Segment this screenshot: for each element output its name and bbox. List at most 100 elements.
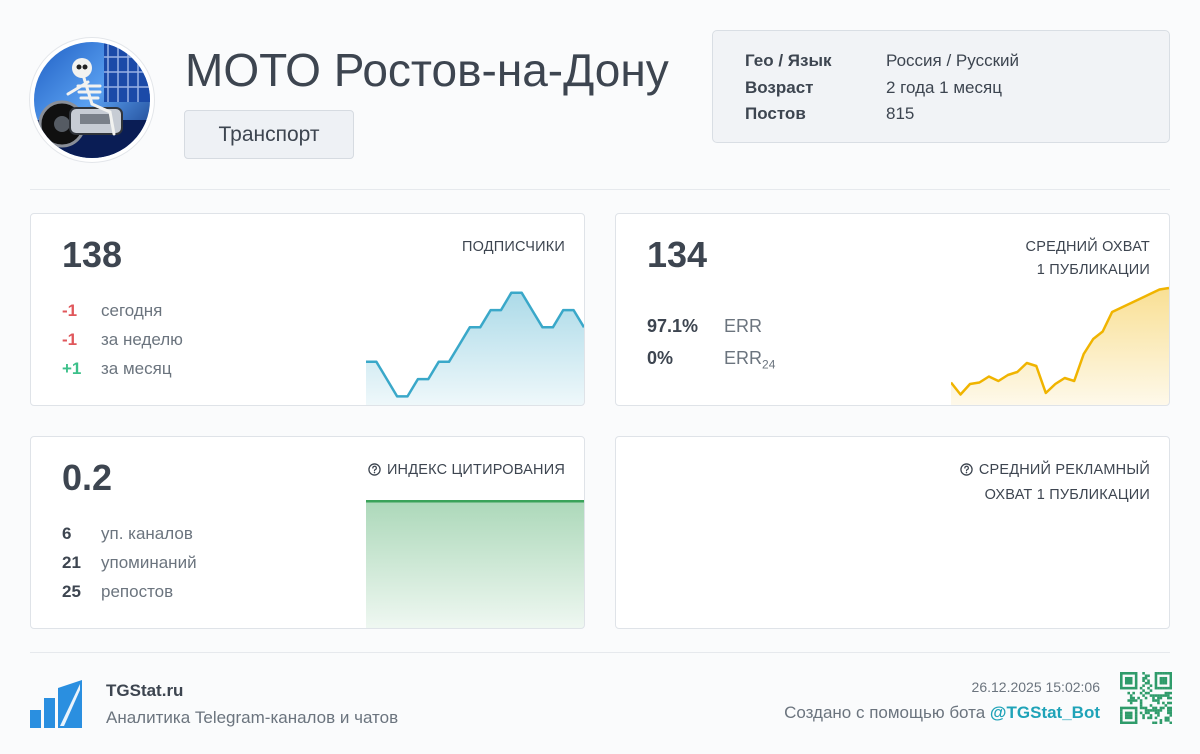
qr-module: [1129, 706, 1133, 710]
ad-reach-label[interactable]: СРЕДНИЙ РЕКЛАМНЫЙ ОХВАТ 1 ПУБЛИКАЦИИ: [960, 459, 1150, 507]
qr-module: [1154, 674, 1158, 678]
info-row-age: Возраст 2 года 1 месяц: [745, 75, 1169, 102]
qr-module: [1127, 679, 1131, 683]
qr-module: [1120, 676, 1123, 680]
qr-module: [1132, 706, 1135, 710]
err24-label-text: ERR: [724, 348, 763, 368]
qr-module: [1120, 684, 1123, 687]
qr-module: [1149, 704, 1153, 707]
qr-module: [1169, 696, 1172, 700]
qr-module: [1154, 694, 1158, 697]
qr-module: [1152, 699, 1155, 702]
qr-module: [1164, 676, 1168, 680]
reach-label: СРЕДНИЙ ОХВАТ 1 ПУБЛИКАЦИИ: [1026, 236, 1150, 282]
qr-module: [1169, 676, 1172, 680]
qr-module: [1147, 674, 1150, 678]
qr-module: [1164, 704, 1168, 707]
qr-module: [1120, 686, 1123, 690]
qr-module: [1162, 672, 1165, 675]
qr-module: [1162, 676, 1165, 680]
qr-module: [1154, 709, 1158, 712]
qr-code-icon: [1120, 672, 1172, 724]
qr-module: [1142, 679, 1145, 683]
citation-label[interactable]: ИНДЕКС ЦИТИРОВАНИЯ: [368, 459, 565, 484]
change-value: -1: [62, 330, 78, 349]
stat-value: 25: [62, 582, 81, 601]
qr-module: [1147, 716, 1150, 720]
qr-module: [1157, 696, 1160, 700]
tgstat-logo-icon[interactable]: [30, 680, 82, 733]
info-value: 815: [886, 104, 915, 124]
qr-module: [1147, 679, 1150, 683]
created-by-label: Создано с помощью бота: [784, 703, 990, 722]
qr-module: [1167, 716, 1170, 720]
qr-module: [1132, 691, 1135, 695]
qr-module: [1167, 706, 1170, 710]
qr-module: [1159, 709, 1163, 712]
qr-module: [1162, 701, 1165, 705]
brand-tagline: Аналитика Telegram-каналов и чатов: [106, 708, 399, 727]
qr-module: [1167, 696, 1170, 700]
qr-module: [1159, 694, 1163, 697]
change-value: +1: [62, 359, 82, 378]
sub-change-week: -1 за неделю: [62, 330, 183, 350]
qr-module: [1169, 672, 1172, 675]
bot-link[interactable]: @TGStat_Bot: [990, 703, 1100, 722]
stat-label: уп. каналов: [101, 524, 193, 543]
change-label: за неделю: [101, 330, 183, 349]
sub-change-month: +1 за месяц: [62, 359, 172, 379]
qr-module: [1134, 714, 1138, 717]
subscribers-count: 138: [62, 234, 123, 275]
qr-module: [1134, 699, 1138, 702]
channel-avatar: [30, 38, 154, 162]
qr-module: [1139, 691, 1143, 695]
qr-module: [1144, 674, 1148, 678]
help-circle-icon[interactable]: [368, 461, 381, 484]
qr-module: [1124, 676, 1128, 680]
qr-module: [1147, 691, 1150, 695]
qr-module: [1169, 679, 1172, 683]
qr-module: [1129, 672, 1133, 675]
subscribers-sparkline-area: [366, 292, 584, 405]
info-value: 2 года 1 месяц: [886, 77, 1002, 97]
qr-module: [1142, 714, 1145, 717]
qr-module: [1169, 711, 1172, 715]
qr-module: [1127, 691, 1131, 695]
citation-stat-channels: 6 уп. каналов: [62, 524, 193, 544]
qr-module: [1157, 709, 1160, 712]
qr-module: [1120, 714, 1123, 717]
help-circle-icon[interactable]: [960, 461, 973, 484]
qr-module: [1149, 709, 1153, 712]
err24-row: 0% ERR24: [647, 348, 775, 372]
qr-module: [1132, 672, 1135, 675]
qr-module: [1134, 719, 1138, 722]
qr-module: [1149, 689, 1153, 692]
qr-module: [1127, 699, 1131, 702]
qr-module: [1122, 686, 1126, 690]
qr-module: [1159, 679, 1163, 683]
qr-module: [1120, 706, 1123, 710]
qr-module: [1164, 691, 1168, 695]
qr-module: [1139, 706, 1143, 710]
qr-module: [1120, 721, 1123, 724]
qr-module: [1134, 672, 1138, 675]
change-value: -1: [62, 301, 78, 320]
qr-module: [1167, 719, 1170, 722]
qr-module: [1164, 716, 1168, 720]
qr-module: [1149, 714, 1153, 717]
brand-name[interactable]: TGStat.ru: [106, 681, 183, 701]
qr-module: [1120, 672, 1123, 675]
err-value: 97.1%: [647, 316, 699, 336]
citation-sparkline-area: [366, 501, 584, 628]
qr-module: [1154, 679, 1158, 683]
qr-module: [1169, 701, 1172, 705]
qr-module: [1147, 709, 1150, 712]
qr-module: [1169, 691, 1172, 695]
qr-module: [1132, 721, 1135, 724]
category-button[interactable]: Транспорт: [184, 110, 354, 159]
qr-module: [1162, 681, 1165, 685]
qr-module: [1134, 684, 1138, 687]
subscribers-label: ПОДПИСЧИКИ: [462, 239, 565, 255]
qr-module: [1139, 701, 1143, 705]
qr-module: [1164, 681, 1168, 685]
